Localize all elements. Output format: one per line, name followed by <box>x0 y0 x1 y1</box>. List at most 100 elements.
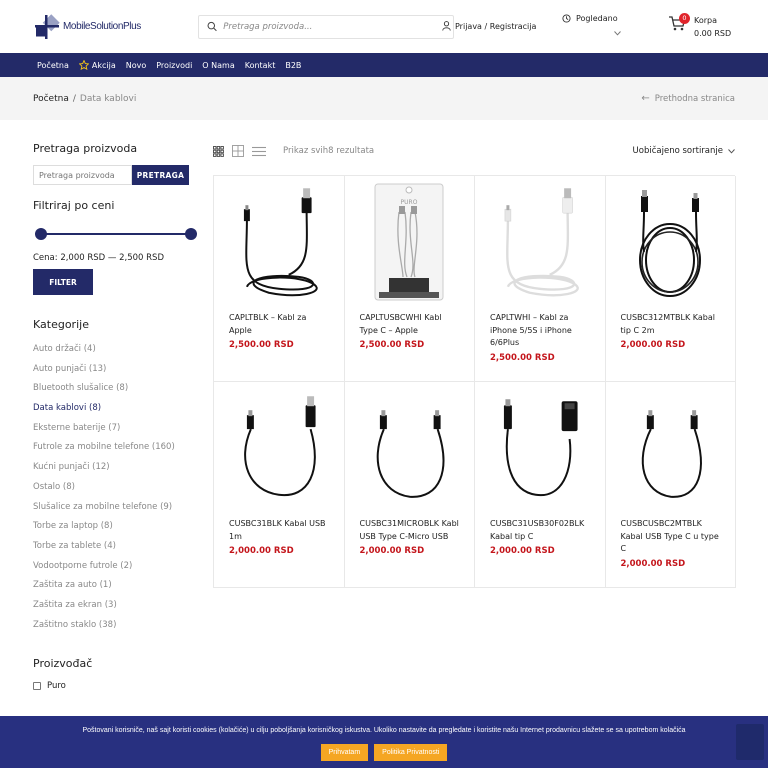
product-card[interactable]: CAPLTBLK – Kabl za Apple 2,500.00 RSD <box>214 176 345 382</box>
header-search-input[interactable] <box>223 21 453 32</box>
nav-label: Proizvodi <box>156 60 193 70</box>
product-card[interactable]: CUSBCUSBC2MTBLK Kabal USB Type C u type … <box>605 382 736 588</box>
category-item[interactable]: Eksterne baterije (7) <box>33 419 193 439</box>
category-item[interactable]: Bluetooth slušalice (8) <box>33 379 193 399</box>
category-item[interactable]: Zaštita za auto (1) <box>33 576 193 596</box>
product-name[interactable]: CUSBCUSBC2MTBLK Kabal USB Type C u type … <box>621 518 721 556</box>
product-card[interactable]: PURO CAPLTUSBCWHI Kabl Type C – Apple 2,… <box>344 176 475 382</box>
nav-label: Početna <box>37 60 69 70</box>
category-list: Auto držači (4) Auto punjači (13) Blueto… <box>33 340 193 635</box>
product-image[interactable]: PURO <box>360 182 460 302</box>
logo[interactable]: MobileSolutionPlus <box>33 13 165 41</box>
category-item[interactable]: Zaštitno staklo (38) <box>33 616 193 636</box>
product-name[interactable]: CAPLTWHI – Kabl za iPhone 5/5S i iPhone … <box>490 312 590 350</box>
product-name[interactable]: CAPLTUSBCWHI Kabl Type C – Apple <box>360 312 460 337</box>
product-card[interactable]: CUSBC31MICROBLK Kabl USB Type C-Micro US… <box>344 382 475 588</box>
category-item[interactable]: Slušalice za mobilne telefone (9) <box>33 498 193 518</box>
cookie-banner: Poštovani korisniče, naš sajt koristi co… <box>0 716 768 768</box>
product-image[interactable] <box>621 388 721 508</box>
manufacturer-option[interactable]: Puro <box>33 681 193 691</box>
back-link[interactable]: ← Prethodna stranica <box>641 93 735 104</box>
cookie-policy-button[interactable]: Politika Privatnosti <box>374 744 448 761</box>
svg-text:PURO: PURO <box>401 199 418 206</box>
nav-item-proizvodi[interactable]: Proizvodi <box>156 61 192 70</box>
nav-item-b2b[interactable]: B2B <box>285 61 301 70</box>
nav-label: Novo <box>125 60 147 70</box>
sidebar-search-button[interactable]: PRETRAGA <box>132 165 189 185</box>
nav-item-akcija[interactable]: Akcija <box>78 60 116 70</box>
product-price: 2,000.00 RSD <box>620 340 686 350</box>
breadcrumb-separator: / <box>72 93 76 104</box>
price-slider-track <box>39 233 193 235</box>
sidebar-search: PRETRAGA <box>33 165 193 185</box>
price-slider-min-handle[interactable] <box>35 228 47 240</box>
product-card[interactable]: CAPLTWHI – Kabl za iPhone 5/5S i iPhone … <box>475 176 606 382</box>
product-card[interactable]: CUSBC31BLK Kabal USB 1m 2,000.00 RSD <box>214 382 345 588</box>
nav-label: B2B <box>285 60 302 70</box>
sidebar-search-input[interactable] <box>33 165 132 185</box>
product-image[interactable] <box>360 388 460 508</box>
product-toolbar: Prikaz svih8 rezultata Uobičajeno sortir… <box>213 142 735 160</box>
search-widget-title: Pretraga proizvoda <box>33 142 138 155</box>
category-item[interactable]: Ostalo (8) <box>33 478 193 498</box>
cookie-accept-button[interactable]: Prihvatam <box>320 744 369 761</box>
viewed-dropdown[interactable]: Pogledano <box>562 14 621 36</box>
product-grid: CAPLTBLK – Kabl za Apple 2,500.00 RSD PU… <box>213 175 736 588</box>
product-card[interactable]: CUSBC312MTBLK Kabal tip C 2m 2,000.00 RS… <box>605 176 736 382</box>
breadcrumb: Početna / Data kablovi ← Prethodna stran… <box>0 77 768 120</box>
product-image[interactable] <box>490 182 590 302</box>
product-name[interactable]: CUSBC31BLK Kabal USB 1m <box>229 518 329 543</box>
user-icon <box>442 21 451 31</box>
category-item-active[interactable]: Data kablovi (8) <box>33 399 193 419</box>
category-item[interactable]: Auto punjači (13) <box>33 360 193 380</box>
category-item[interactable]: Futrole za mobilne telefone (160) <box>33 438 193 458</box>
product-name[interactable]: CUSBC312MTBLK Kabal tip C 2m <box>621 312 721 337</box>
cart-total: 0.00 RSD <box>694 29 732 38</box>
category-item[interactable]: Auto držači (4) <box>33 340 193 360</box>
price-filter-title: Filtriraj po ceni <box>33 199 115 212</box>
cart-button[interactable]: 0 Korpa 0.00 RSD <box>668 13 732 40</box>
product-image[interactable] <box>229 388 329 508</box>
nav-item-novo[interactable]: Novo <box>126 61 147 70</box>
price-slider-max-handle[interactable] <box>185 228 197 240</box>
category-item[interactable]: Torbe za laptop (8) <box>33 517 193 537</box>
manufacturer-checkbox[interactable] <box>33 682 41 691</box>
nav-item-kontakt[interactable]: Kontakt <box>245 61 276 70</box>
cart-icon: 0 <box>668 13 690 34</box>
product-name[interactable]: CUSBC31MICROBLK Kabl USB Type C-Micro US… <box>360 518 460 543</box>
list-view-icon[interactable] <box>252 146 266 157</box>
price-range-text: Cena: 2,000 RSD — 2,500 RSD <box>33 253 164 263</box>
category-item[interactable]: Vodootporne futrole (2) <box>33 557 193 577</box>
filter-button[interactable]: FILTER <box>33 269 93 295</box>
product-image[interactable] <box>229 182 329 302</box>
header-search <box>198 14 454 39</box>
search-icon[interactable] <box>207 21 217 32</box>
sort-dropdown[interactable]: Uobičajeno sortiranje <box>633 146 735 156</box>
category-item[interactable]: Zaštita za ekran (3) <box>33 596 193 616</box>
product-name[interactable]: CUSBC31USB30F02BLK Kabal tip C <box>490 518 590 543</box>
product-card[interactable]: CUSBC31USB30F02BLK Kabal tip C 2,000.00 … <box>475 382 606 588</box>
product-name[interactable]: CAPLTBLK – Kabl za Apple <box>229 312 329 337</box>
product-price: 2,000.00 RSD <box>359 546 425 556</box>
nav-item-pocetna[interactable]: Početna <box>37 61 69 70</box>
product-price: 2,000.00 RSD <box>620 558 686 569</box>
price-slider[interactable] <box>33 228 197 240</box>
breadcrumb-home[interactable]: Početna <box>33 94 69 104</box>
category-item[interactable]: Torbe za tablete (4) <box>33 537 193 557</box>
star-icon <box>78 60 89 70</box>
login-label: Prijava / Registracija <box>455 21 537 31</box>
history-icon <box>562 14 571 23</box>
logo-text: MobileSolutionPlus <box>63 21 141 32</box>
product-image[interactable] <box>490 388 590 508</box>
nav-label: Kontakt <box>244 60 276 70</box>
product-price: 2,500.00 RSD <box>229 340 294 350</box>
grid-large-icon[interactable] <box>232 145 244 157</box>
category-item[interactable]: Kućni punjači (12) <box>33 458 193 478</box>
recaptcha-badge[interactable] <box>736 724 764 760</box>
arrow-left-icon: ← <box>641 93 650 104</box>
grid-small-icon[interactable] <box>213 145 224 157</box>
login-link[interactable]: Prijava / Registracija <box>442 21 536 31</box>
nav-item-o-nama[interactable]: O Nama <box>202 61 234 70</box>
nav-label: O Nama <box>202 60 235 70</box>
product-image[interactable] <box>621 182 721 302</box>
